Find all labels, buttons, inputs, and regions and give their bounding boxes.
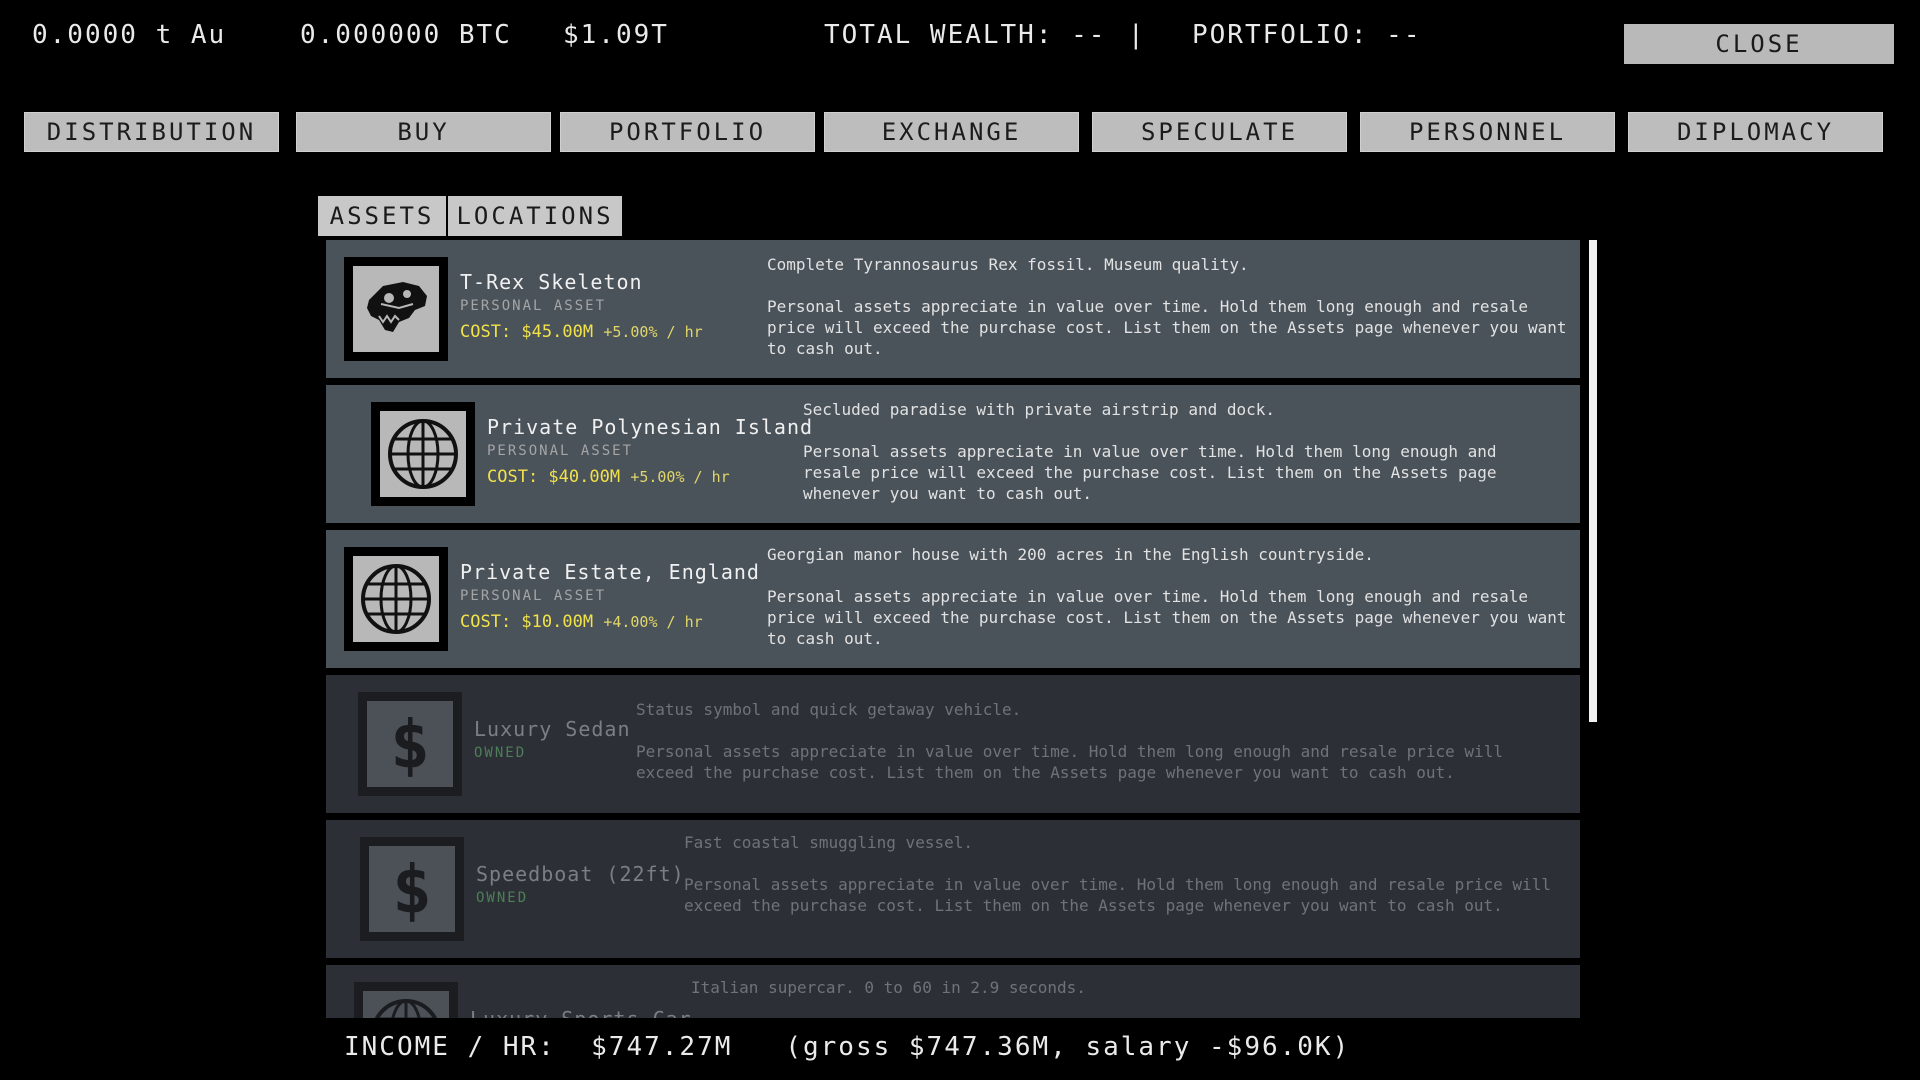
- tab-assets[interactable]: ASSETS: [318, 196, 446, 236]
- nav-speculate[interactable]: SPECULATE: [1092, 112, 1347, 152]
- dinosaur-skull-icon: [367, 282, 427, 332]
- gold-balance: 0.0000 t Au: [32, 20, 227, 50]
- asset-icon-frame: [344, 547, 448, 651]
- income-per-hour: INCOME / HR: $747.27M (gross $747.36M, s…: [344, 1032, 1351, 1062]
- dollar-icon: $: [390, 707, 430, 781]
- asset-cost: COST: $10.00M +4.00% / hr: [460, 612, 703, 632]
- asset-icon-frame: $: [358, 692, 462, 796]
- header-separator: |: [1128, 20, 1146, 50]
- asset-tag: PERSONAL ASSET: [487, 443, 634, 459]
- asset-card-speedboat: $ Speedboat (22ft) OWNED Fast coastal sm…: [326, 820, 1580, 958]
- nav-exchange[interactable]: EXCHANGE: [824, 112, 1079, 152]
- nav-diplomacy[interactable]: DIPLOMACY: [1628, 112, 1883, 152]
- asset-card-luxury-sedan: $ Luxury Sedan OWNED Status symbol and q…: [326, 675, 1580, 813]
- nav-buy[interactable]: BUY: [296, 112, 551, 152]
- svg-text:$: $: [390, 707, 430, 781]
- globe-icon: [374, 999, 438, 1018]
- asset-list-scrollbar[interactable]: [1589, 240, 1597, 722]
- asset-icon-frame: $: [360, 837, 464, 941]
- asset-cost: COST: $40.00M +5.00% / hr: [487, 467, 730, 487]
- asset-description: Complete Tyrannosaurus Rex fossil. Museu…: [767, 255, 1567, 358]
- asset-tag: PERSONAL ASSET: [460, 298, 607, 314]
- asset-name: Private Estate, England: [460, 560, 760, 584]
- asset-tag: PERSONAL ASSET: [460, 588, 607, 604]
- asset-rate: +5.00% / hr: [630, 468, 730, 486]
- asset-description: Secluded paradise with private airstrip …: [803, 400, 1497, 503]
- asset-cost: COST: $45.00M +5.00% / hr: [460, 322, 703, 342]
- asset-name: Luxury Sports Car: [470, 1007, 692, 1018]
- nav-portfolio[interactable]: PORTFOLIO: [560, 112, 815, 152]
- nav-distribution[interactable]: DISTRIBUTION: [24, 112, 279, 152]
- globe-icon: [388, 419, 458, 489]
- top-status-bar: 0.0000 t Au 0.000000 BTC $1.09T TOTAL WE…: [0, 0, 1920, 70]
- asset-name: Private Polynesian Island: [487, 415, 814, 439]
- asset-card-t-rex-skeleton[interactable]: T-Rex Skeleton PERSONAL ASSET COST: $45.…: [326, 240, 1580, 378]
- dollar-icon: $: [392, 852, 432, 926]
- svg-text:$: $: [392, 852, 432, 926]
- btc-balance: 0.000000 BTC: [300, 20, 512, 50]
- asset-icon-frame: [371, 402, 475, 506]
- asset-name: Speedboat (22ft): [476, 862, 685, 886]
- asset-description: Georgian manor house with 200 acres in t…: [767, 545, 1567, 648]
- asset-icon-frame: [344, 257, 448, 361]
- total-wealth: TOTAL WEALTH: --: [824, 20, 1107, 50]
- owned-badge: OWNED: [476, 890, 529, 906]
- asset-card-sports-car: Luxury Sports Car Italian supercar. 0 to…: [326, 965, 1580, 1018]
- portfolio-value: PORTFOLIO: --: [1192, 20, 1422, 50]
- asset-description: Italian supercar. 0 to 60 in 2.9 seconds…: [691, 978, 1086, 997]
- asset-name: T-Rex Skeleton: [460, 270, 643, 294]
- nav-personnel[interactable]: PERSONNEL: [1360, 112, 1615, 152]
- asset-card-polynesian-island[interactable]: Private Polynesian Island PERSONAL ASSET…: [326, 385, 1580, 523]
- asset-card-estate-england[interactable]: Private Estate, England PERSONAL ASSET C…: [326, 530, 1580, 668]
- globe-icon: [361, 564, 431, 634]
- owned-badge: OWNED: [474, 745, 527, 761]
- asset-description: Fast coastal smuggling vessel. Personal …: [684, 833, 1551, 915]
- asset-rate: +4.00% / hr: [603, 613, 703, 631]
- tab-locations[interactable]: LOCATIONS: [448, 196, 622, 236]
- close-button[interactable]: CLOSE: [1624, 24, 1894, 64]
- asset-rate: +5.00% / hr: [603, 323, 703, 341]
- asset-name: Luxury Sedan: [474, 717, 631, 741]
- cash-balance: $1.09T: [563, 20, 669, 50]
- asset-icon-frame: [354, 982, 458, 1018]
- asset-list: T-Rex Skeleton PERSONAL ASSET COST: $45.…: [326, 240, 1580, 1018]
- asset-description: Status symbol and quick getaway vehicle.…: [636, 700, 1503, 782]
